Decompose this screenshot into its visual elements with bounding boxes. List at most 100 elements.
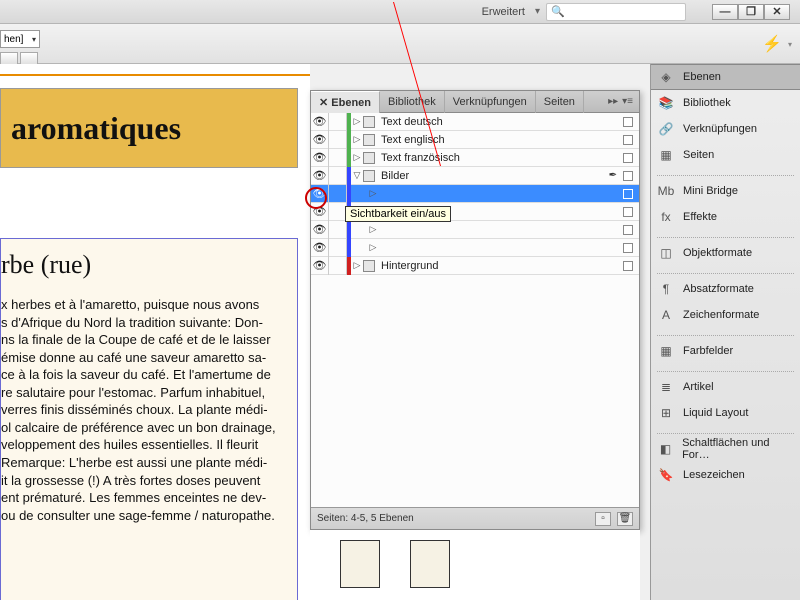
visibility-toggle[interactable]: 👁 [311,221,329,239]
panel-icon: A [657,307,675,323]
dock-item-lesezeichen[interactable]: 🔖Lesezeichen [651,462,800,488]
select-square[interactable] [623,207,633,217]
layer-row[interactable]: 👁 ▽ Bilder✒ [311,167,639,185]
document-view[interactable]: aromatiques rbe (rue) x herbes et à l'am… [0,64,310,600]
lock-toggle[interactable] [329,185,347,203]
visibility-toggle[interactable]: 👁 [311,239,329,257]
disclosure-arrow-icon[interactable]: ▷ [351,116,363,127]
panel-tab-ebenen[interactable]: ✕ Ebenen [311,91,380,113]
disclosure-arrow-icon[interactable]: ▷ [351,260,363,271]
layer-color-stripe [347,221,351,239]
layers-panel: ✕ EbenenBibliothekVerknüpfungenSeiten ▸▸ ▾… [310,90,640,530]
minimize-button[interactable]: — [712,4,738,20]
disclosure-arrow-icon[interactable]: ▷ [367,242,379,253]
title-frame[interactable]: aromatiques [0,88,298,168]
visibility-toggle[interactable]: 👁 [311,167,329,185]
dock-item-liquid-layout[interactable]: ⊞Liquid Layout [651,400,800,426]
dock-item-objektformate[interactable]: ◫Objektformate [651,240,800,266]
select-square[interactable] [623,135,633,145]
trash-button[interactable]: 🗑 [617,512,633,526]
body-text: x herbes et à l'amaretto, puisque nous a… [1,296,297,524]
dock-item-bibliothek[interactable]: 📚Bibliothek [651,90,800,116]
panel-tab-strip: ✕ EbenenBibliothekVerknüpfungenSeiten ▸▸ ▾… [311,91,639,113]
collapse-icon[interactable]: ▸▸ [608,96,618,107]
select-square[interactable] [623,171,633,181]
layer-name: Bilder [379,170,609,182]
panel-icon: ◧ [657,441,674,457]
panel-menu-icon[interactable]: ▾≡ [622,96,633,107]
lock-toggle[interactable] [329,113,347,131]
select-square[interactable] [623,243,633,253]
panel-status-bar: Seiten: 4-5, 5 Ebenen ▫ 🗑 [311,507,639,529]
guide-line [0,74,310,76]
layers-list: 👁▷Text deutsch👁▷Text englisch👁▷Text fran… [311,113,639,507]
layer-swatch [363,116,375,128]
dock-item-farbfelder[interactable]: ▦Farbfelder [651,338,800,364]
lock-toggle[interactable] [329,149,347,167]
layer-name: Text englisch [379,134,623,146]
text-frame[interactable]: rbe (rue) x herbes et à l'amaretto, puis… [0,238,298,600]
dock-item-mini-bridge[interactable]: MbMini Bridge [651,178,800,204]
disclosure-arrow-icon[interactable]: ▷ [351,134,363,145]
visibility-toggle[interactable]: 👁 [311,149,329,167]
layer-row[interactable]: 👁▷ [311,239,639,257]
maximize-button[interactable]: ❐ [738,4,764,20]
select-square[interactable] [623,153,633,163]
dock-item-ebenen[interactable]: ◈Ebenen [651,64,800,90]
disclosure-arrow-icon[interactable]: ▷ [367,224,379,235]
page-thumbnail[interactable] [340,540,380,588]
lock-toggle[interactable] [329,167,347,185]
select-square[interactable] [623,225,633,235]
dock-item-effekte[interactable]: fxEffekte [651,204,800,230]
layer-name: Hintergrund [379,260,623,272]
lightning-icon[interactable]: ⚡ [762,34,782,54]
layer-row[interactable]: 👁▷Sichtbarkeit ein/aus [311,203,639,221]
dock-item-verkn-pfungen[interactable]: 🔗Verknüpfungen [651,116,800,142]
select-square[interactable] [623,117,633,127]
close-button[interactable]: ✕ [764,4,790,20]
layer-row[interactable]: 👁 ▷ Text englisch [311,131,639,149]
select-square[interactable] [623,261,633,271]
lock-toggle[interactable] [329,131,347,149]
panel-icon: ▦ [657,147,675,163]
search-input[interactable]: 🔍 [546,3,686,21]
new-layer-button[interactable]: ▫ [595,512,611,526]
lock-toggle[interactable] [329,257,347,275]
chevron-down-icon: ▾ [32,35,39,44]
dock-item-absatzformate[interactable]: ¶Absatzformate [651,276,800,302]
dock-item-zeichenformate[interactable]: AZeichenformate [651,302,800,328]
tooltip: Sichtbarkeit ein/aus [345,206,451,222]
lock-toggle[interactable] [329,239,347,257]
layer-row[interactable]: 👁 ▷ Text französisch [311,149,639,167]
right-dock: ◈Ebenen📚Bibliothek🔗Verknüpfungen▦Seiten M… [650,64,800,600]
disclosure-arrow-icon[interactable]: ▷ [351,152,363,163]
visibility-toggle[interactable]: 👁 [311,113,329,131]
disclosure-arrow-icon[interactable]: ▽ [351,170,363,181]
visibility-toggle[interactable]: 👁 [311,257,329,275]
layer-row[interactable]: 👁▷ [311,185,639,203]
panel-tab-seiten[interactable]: Seiten [536,91,584,113]
panel-tab-bibliothek[interactable]: Bibliothek [380,91,445,113]
layer-row[interactable]: 👁▷ [311,221,639,239]
visibility-toggle[interactable]: 👁 [311,185,329,203]
layer-name: Text französisch [379,152,623,164]
panel-tab-verknüpfungen[interactable]: Verknüpfungen [445,91,536,113]
dock-label: Lesezeichen [683,469,745,481]
dock-label: Liquid Layout [683,407,748,419]
select-square[interactable] [623,189,633,199]
dock-separator [657,330,794,336]
disclosure-arrow-icon[interactable]: ▷ [367,188,379,199]
dock-item-schaltfl-chen-und-for-[interactable]: ◧Schaltflächen und For… [651,436,800,462]
lock-toggle[interactable] [329,221,347,239]
layer-row[interactable]: 👁▷Text deutsch [311,113,639,131]
layer-color-stripe [347,239,351,257]
pen-icon: ✒ [609,170,617,181]
style-select[interactable]: hen]▾ [0,30,40,48]
layer-row[interactable]: 👁 ▷ Hintergrund [311,257,639,275]
dock-item-artikel[interactable]: ≣Artikel [651,374,800,400]
dock-item-seiten[interactable]: ▦Seiten [651,142,800,168]
page-thumbnail[interactable] [410,540,450,588]
visibility-toggle[interactable]: 👁 [311,131,329,149]
visibility-toggle[interactable]: 👁 [311,203,329,221]
workspace-switcher[interactable]: Erweitert [482,6,525,18]
